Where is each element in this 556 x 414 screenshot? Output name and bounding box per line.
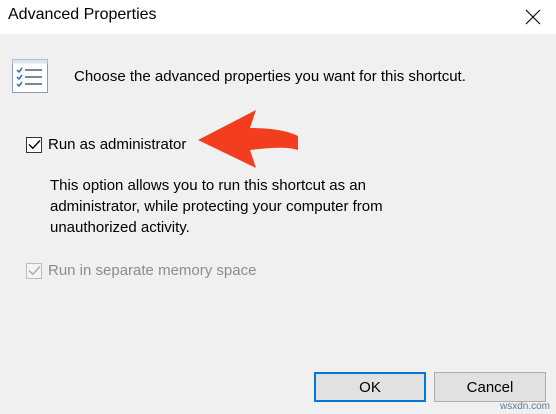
header-instruction: Choose the advanced properties you want …	[74, 68, 466, 85]
close-icon	[525, 9, 541, 25]
separate-memory-checkbox	[26, 262, 42, 279]
title-bar: Advanced Properties	[0, 0, 556, 34]
run-as-admin-option[interactable]: Run as administrator	[26, 136, 186, 153]
close-button[interactable]	[518, 2, 548, 32]
run-as-admin-checkbox[interactable]	[26, 136, 42, 153]
checklist-icon	[12, 59, 48, 93]
ok-button[interactable]: OK	[314, 372, 426, 402]
run-as-admin-label[interactable]: Run as administrator	[48, 136, 186, 153]
window-title: Advanced Properties	[8, 6, 157, 23]
cancel-button[interactable]: Cancel	[434, 372, 546, 402]
checkmark-icon	[28, 140, 41, 150]
watermark: wsxdn.com	[499, 401, 550, 412]
separate-memory-option: Run in separate memory space	[26, 262, 256, 279]
red-arrow-icon	[198, 110, 298, 168]
option-description: This option allows you to run this short…	[50, 177, 383, 236]
checkmark-icon	[28, 266, 41, 276]
separate-memory-label: Run in separate memory space	[48, 262, 257, 279]
